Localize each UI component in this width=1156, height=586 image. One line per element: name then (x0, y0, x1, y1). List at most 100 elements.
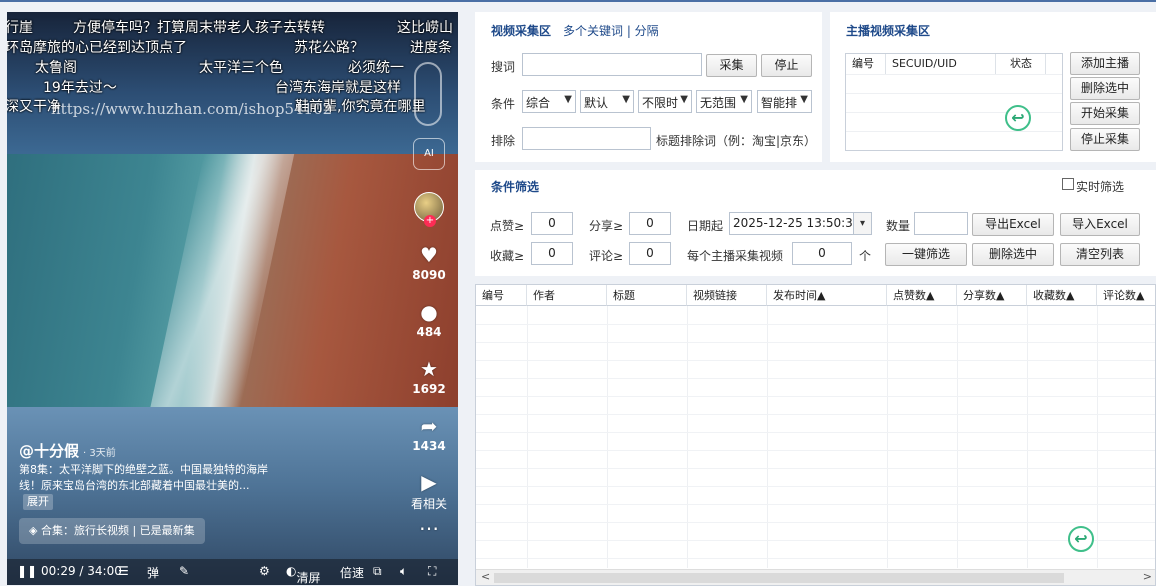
video-player[interactable]: 行崖 方便停车吗？打算周末带老人孩子去转转 这比崂山 环岛摩旅的心已经到达顶点了… (7, 12, 458, 585)
likes-min-input[interactable]: 0 (531, 212, 573, 235)
more-options-button[interactable]: … (411, 512, 447, 534)
col-likes[interactable]: 点赞数▲ (887, 285, 957, 306)
favorite-count: 1692 (412, 382, 446, 396)
post-time: · 3天前 (83, 448, 116, 459)
author-name[interactable]: @十分假 · 3天前 (19, 440, 116, 461)
danmaku-settings-icon[interactable]: ✎ (179, 564, 189, 578)
danmaku-toggle[interactable]: 弹 (147, 564, 159, 581)
time-range-select[interactable]: 不限时 ▼ (638, 90, 692, 113)
back-arrow-icon[interactable]: ↩ (1005, 105, 1031, 131)
chevron-down-icon[interactable]: ▾ (853, 213, 871, 234)
grid-row-line (476, 432, 1155, 433)
col-id[interactable]: 编号 (476, 285, 527, 306)
grid-row-line (476, 522, 1155, 523)
col-video-link[interactable]: 视频链接 (687, 285, 767, 306)
clear-screen-toggle[interactable]: ◐ 清屏 (286, 564, 321, 585)
like-button[interactable]: ♥ 8090 (411, 244, 447, 282)
chevron-down-icon: ▼ (622, 94, 630, 105)
pause-icon[interactable]: ❚❚ (17, 564, 37, 578)
delete-selected-button[interactable]: 删除选中 (972, 243, 1054, 266)
smart-sort-select[interactable]: 智能排 ▼ (757, 90, 812, 113)
exclude-label: 排除 (491, 134, 516, 148)
collect-button[interactable]: 采集 (706, 54, 757, 77)
fullscreen-icon[interactable]: ⛶ (428, 564, 436, 579)
import-excel-button[interactable]: 导入Excel (1060, 213, 1140, 236)
grid-column-line (527, 306, 528, 568)
stop-collect-button[interactable]: 停止采集 (1070, 128, 1140, 151)
watch-related-label: 看相关 (410, 497, 447, 511)
stop-button[interactable]: 停止 (761, 54, 812, 77)
grid-row-line (476, 414, 1155, 415)
col-publish-time[interactable]: 发布时间▲ (767, 285, 887, 306)
scroll-left-icon[interactable]: < (481, 570, 490, 583)
delete-selected-anchor-button[interactable]: 删除选中 (1070, 77, 1140, 100)
danmaku-item: 环岛摩旅的心已经到达顶点了 (7, 40, 187, 56)
export-excel-button[interactable]: 导出Excel (972, 213, 1054, 236)
comment-count: 484 (416, 325, 442, 339)
scroll-up-indicator[interactable] (414, 62, 442, 126)
results-table[interactable]: 编号 作者 标题 视频链接 发布时间▲ 点赞数▲ 分享数▲ 收藏数▲ 评论数▲ … (475, 284, 1156, 586)
chevron-down-icon: ▼ (564, 94, 572, 105)
watch-related-button[interactable]: ▶ 看相关 (409, 471, 449, 512)
scope-select[interactable]: 无范围 ▼ (696, 90, 752, 113)
add-anchor-button[interactable]: 添加主播 (1070, 52, 1140, 75)
horizontal-scrollbar[interactable]: < > (476, 569, 1155, 585)
settings-gear-icon[interactable]: ⚙ (259, 564, 270, 578)
volume-icon[interactable]: 🔈︎ (400, 564, 407, 579)
col-shares[interactable]: 分享数▲ (957, 285, 1027, 306)
anchor-col-uid[interactable]: SECUID/UID (886, 54, 996, 74)
col-title[interactable]: 标题 (607, 285, 687, 306)
share-button[interactable]: ➦ 1434 (411, 415, 447, 453)
scope-value: 无范围 (700, 96, 737, 110)
count-input[interactable] (914, 212, 968, 235)
ai-assist-button[interactable]: AI (413, 138, 445, 170)
play-circle-icon: ▶ (421, 470, 437, 494)
shares-min-input[interactable]: 0 (629, 212, 671, 235)
follow-plus-icon[interactable]: + (424, 215, 436, 227)
comment-button[interactable]: ● 484 (411, 301, 447, 339)
start-collect-button[interactable]: 开始采集 (1070, 102, 1140, 125)
filter-title: 条件筛选 (491, 180, 540, 194)
favorites-min-input[interactable]: 0 (531, 242, 573, 265)
col-comments[interactable]: 评论数▲ (1097, 285, 1155, 306)
anchor-col-status[interactable]: 状态 (996, 54, 1046, 74)
danmaku-item: 必须统一 (348, 60, 404, 76)
shares-min-label: 分享≥ (589, 219, 624, 233)
col-favorites[interactable]: 收藏数▲ (1027, 285, 1097, 306)
chevron-down-icon: ▼ (740, 94, 748, 105)
order-select[interactable]: 默认 ▼ (580, 90, 634, 113)
player-controls: ❚❚ 00:29 / 34:00 ☰ 弹 ✎ ⚙ ◐ 清屏 倍速 ⧉ 🔈︎ ⛶ (7, 559, 458, 585)
per-anchor-input[interactable]: 0 (792, 242, 852, 265)
heart-icon: ♥ (420, 243, 438, 267)
danmaku-item: 方便停车吗？打算周末带老人孩子去转转 (73, 20, 325, 36)
collection-badge[interactable]: ◈ 合集：旅行长视频 | 已是最新集 (19, 518, 205, 544)
anchor-table[interactable]: 编号 SECUID/UID 状态 (845, 53, 1063, 151)
scroll-right-icon[interactable]: > (1143, 570, 1152, 583)
comment-icon: ● (420, 300, 438, 324)
pip-icon[interactable]: ⧉ (373, 564, 382, 579)
watermark-text: https://www.huzhan.com/ishop54102 (51, 100, 333, 118)
col-author[interactable]: 作者 (527, 285, 607, 306)
comments-min-input[interactable]: 0 (629, 242, 671, 265)
author-handle[interactable]: @十分假 (19, 442, 79, 460)
clear-list-button[interactable]: 清空列表 (1060, 243, 1140, 266)
realtime-filter-checkbox[interactable] (1062, 178, 1074, 190)
count-label: 数量 (886, 219, 911, 233)
scrollbar-thumb[interactable] (494, 573, 1064, 583)
grid-column-line (607, 306, 608, 568)
back-arrow-icon[interactable]: ↩ (1068, 526, 1094, 552)
one-click-filter-button[interactable]: 一键筛选 (885, 243, 967, 266)
speed-button[interactable]: 倍速 (340, 564, 364, 581)
date-from-label: 日期起 (687, 219, 724, 233)
anchor-col-id[interactable]: 编号 (846, 54, 886, 74)
favorite-button[interactable]: ★ 1692 (411, 358, 447, 396)
smart-sort-value: 智能排 (761, 96, 798, 110)
search-keyword-input[interactable] (522, 53, 702, 76)
sort-select[interactable]: 综合 ▼ (522, 90, 576, 113)
grid-row-line (476, 504, 1155, 505)
date-from-picker[interactable]: 2025-12-25 13:50:35 ▾ (729, 212, 872, 235)
expand-button[interactable]: 展开 (23, 494, 53, 510)
playlist-icon[interactable]: ☰ (118, 564, 129, 578)
exclude-input[interactable] (522, 127, 651, 150)
exclude-hint: 标题排除词（例：淘宝|京东） (656, 134, 817, 148)
